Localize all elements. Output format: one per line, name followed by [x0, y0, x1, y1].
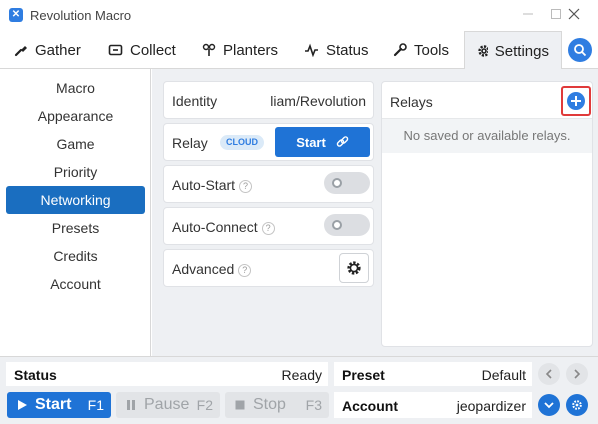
tab-planters[interactable]: Planters [190, 31, 290, 69]
tab-tools[interactable]: Tools [381, 31, 461, 69]
next-preset-button[interactable] [566, 363, 588, 385]
relay-label: Relay [172, 135, 208, 151]
gear-icon [347, 261, 361, 275]
search-icon [574, 44, 587, 57]
add-relay-button[interactable] [567, 92, 585, 110]
cloud-badge: CLOUD [220, 135, 264, 150]
sidebar-item-game[interactable]: Game [6, 130, 145, 158]
pause-label: Pause [144, 396, 190, 413]
previous-preset-button[interactable] [538, 363, 560, 385]
auto-start-card: Auto-Start? [163, 165, 374, 203]
tab-gather[interactable]: Gather [2, 31, 93, 69]
gather-icon [14, 46, 27, 57]
tab-settings[interactable]: Settings [464, 31, 562, 70]
tab-label: Planters [223, 41, 279, 59]
sidebar-item-networking[interactable]: Networking [6, 186, 145, 214]
relays-panel: Relays No saved or available relays. [381, 81, 593, 347]
toggle-knob [332, 220, 342, 230]
status-pulse-icon [305, 43, 318, 57]
account-label: Account [342, 398, 398, 414]
sidebar-item-appearance[interactable]: Appearance [6, 102, 145, 130]
pause-macro-button[interactable]: Pause F2 [116, 392, 220, 418]
account-settings-button[interactable] [566, 394, 588, 416]
start-macro-button[interactable]: Start F1 [7, 392, 111, 418]
auto-start-label: Auto-Start [172, 177, 236, 193]
tab-label: Gather [35, 41, 81, 59]
relay-start-button[interactable]: Start [275, 127, 370, 157]
auto-connect-card: Auto-Connect? [163, 207, 374, 245]
tab-collect[interactable]: Collect [96, 31, 188, 69]
pause-icon [127, 400, 135, 410]
sidebar-item-presets[interactable]: Presets [6, 214, 145, 242]
close-icon [568, 8, 580, 20]
window-title: Revolution Macro [30, 8, 132, 23]
networking-settings-panel: Identity liam/Revolution Relay CLOUD Sta… [152, 69, 598, 356]
stop-icon [235, 400, 245, 410]
start-label: Start [35, 396, 72, 413]
chevron-right-icon [574, 369, 581, 379]
preset-label: Preset [342, 367, 385, 383]
chevron-left-icon [545, 369, 552, 379]
relays-title: Relays [390, 94, 433, 110]
sidebar-item-priority[interactable]: Priority [6, 158, 145, 186]
maximize-icon [551, 9, 561, 19]
main-tab-bar: Gather Collect Planters Status Tools Set… [0, 31, 598, 70]
relays-header: Relays [382, 82, 592, 119]
chevron-down-icon [544, 402, 554, 409]
stop-macro-button[interactable]: Stop F3 [225, 392, 329, 418]
close-button[interactable] [564, 6, 584, 24]
sidebar-item-account[interactable]: Account [6, 270, 145, 298]
sidebar-item-macro[interactable]: Macro [6, 74, 145, 102]
gear-icon [478, 45, 488, 57]
help-icon[interactable]: ? [239, 180, 253, 193]
toggle-knob [332, 178, 342, 188]
relays-empty-message: No saved or available relays. [382, 119, 592, 153]
stop-label: Stop [253, 396, 286, 413]
auto-connect-label: Auto-Connect [172, 219, 258, 235]
stop-hotkey: F3 [305, 397, 322, 413]
relay-card: Relay CLOUD Start [163, 123, 374, 161]
maximize-button[interactable] [546, 6, 566, 24]
tab-label: Collect [130, 41, 176, 59]
status-bar: Status Ready Start F1 Pause F2 Stop F3 P… [0, 356, 598, 424]
account-dropdown-button[interactable] [538, 394, 560, 416]
auto-connect-toggle[interactable] [324, 214, 370, 236]
identity-label: Identity [172, 93, 218, 109]
status-row: Status Ready [6, 362, 328, 386]
tab-label: Status [326, 41, 369, 59]
sidebar-item-credits[interactable]: Credits [6, 242, 145, 270]
wrench-icon [393, 43, 407, 57]
preset-row: Preset Default [334, 362, 532, 386]
tab-status[interactable]: Status [292, 31, 381, 69]
help-icon[interactable]: ? [261, 222, 275, 235]
status-value: Ready [281, 367, 322, 383]
help-icon[interactable]: ? [238, 264, 252, 277]
advanced-settings-button[interactable] [339, 253, 369, 283]
tab-label: Settings [494, 42, 549, 60]
play-icon [18, 400, 27, 410]
account-row: Account jeopardizer [334, 392, 532, 418]
advanced-card: Advanced? [163, 249, 374, 287]
title-bar: ✕ Revolution Macro [0, 0, 598, 31]
gear-icon [572, 400, 582, 410]
plus-icon [571, 96, 581, 106]
settings-sidebar: Macro Appearance Game Priority Networkin… [0, 69, 151, 356]
start-hotkey: F1 [87, 397, 104, 413]
app-logo-icon: ✕ [9, 8, 23, 22]
link-icon [336, 135, 349, 147]
identity-card: Identity liam/Revolution [163, 81, 374, 119]
relay-start-label: Start [296, 134, 326, 150]
pause-hotkey: F2 [196, 397, 213, 413]
search-button[interactable] [568, 38, 592, 62]
auto-start-toggle[interactable] [324, 172, 370, 194]
preset-value: Default [481, 367, 526, 383]
status-label: Status [14, 367, 57, 383]
advanced-label: Advanced [172, 261, 235, 277]
planters-icon [202, 43, 216, 56]
collect-icon [108, 44, 123, 56]
identity-value: liam/Revolution [270, 93, 366, 109]
tab-label: Tools [414, 41, 450, 59]
account-value: jeopardizer [456, 398, 526, 414]
add-relay-highlight [561, 86, 591, 116]
